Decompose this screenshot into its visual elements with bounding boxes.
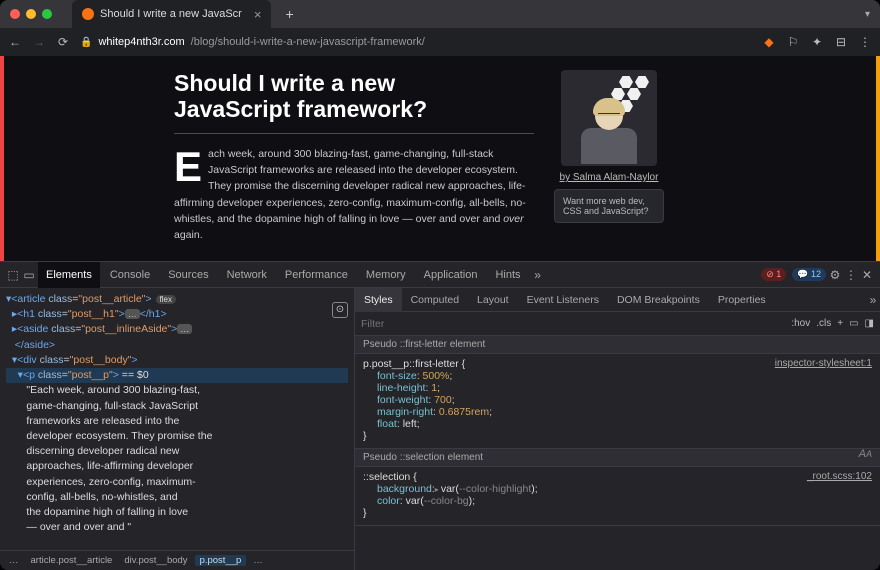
devtools-tabs: ⬚ ▭ Elements Console Sources Network Per… [0,262,880,288]
styles-tab-styles[interactable]: Styles [355,288,402,312]
messages-badge[interactable]: 💬 12 [792,268,826,281]
styles-more-icon[interactable]: » [866,293,880,307]
profile-icon[interactable]: ⊟ [834,35,848,49]
tab-performance[interactable]: Performance [277,262,356,288]
bookmark-icon[interactable]: ⚐ [786,35,800,49]
styles-tab-computed[interactable]: Computed [402,288,468,312]
cls-toggle[interactable]: .cls [816,318,831,329]
styles-panel: Styles Computed Layout Event Listeners D… [355,288,880,570]
page-viewport: Should I write a newJavaScript framework… [0,56,880,261]
devtools: ⬚ ▭ Elements Console Sources Network Per… [0,261,880,570]
error-badge[interactable]: ⊘ 1 [761,268,786,281]
tab-network[interactable]: Network [219,262,275,288]
pseudo-section-selection: Pseudo ::selection element [355,449,880,467]
dom-text-node: "Each week, around 300 blazing-fast, gam… [6,383,348,535]
page-title: Should I write a newJavaScript framework… [174,70,534,123]
breadcrumb[interactable]: … article.post__article div.post__body p… [0,550,354,570]
article: Should I write a newJavaScript framework… [174,70,534,261]
reload-button[interactable]: ⟳ [56,35,70,49]
inspect-icon[interactable]: ⬚ [6,268,20,282]
css-rule-selection[interactable]: _root.scss:102 ::selection { background:… [355,467,880,526]
tab-sources[interactable]: Sources [160,262,216,288]
hov-toggle[interactable]: :hov [791,318,810,329]
flex-icon[interactable]: ▭ [849,318,858,329]
tab-hints[interactable]: Hints [487,262,528,288]
lock-icon: 🔒 [80,37,92,48]
close-tab-icon[interactable]: × [254,7,262,22]
dropcap: E [174,149,202,185]
styles-tab-dom-bp[interactable]: DOM Breakpoints [608,288,709,312]
device-icon[interactable]: ▭ [22,268,36,282]
title-rule [174,133,534,134]
browser-window: Should I write a new JavaScr × + ▾ ← → ⟳… [0,0,880,570]
add-rule-icon[interactable]: + [837,318,843,329]
cta-sticky[interactable]: Want more web dev, CSS and JavaScript? [554,189,664,223]
menu-icon[interactable]: ⋮ [858,35,872,49]
address-field[interactable]: 🔒 whitep4nth3r.com/blog/should-i-write-a… [80,36,752,48]
article-paragraph: Each week, around 300 blazing-fast, game… [174,146,534,244]
forward-button[interactable]: → [32,35,46,49]
new-tab-button[interactable]: + [285,6,293,22]
author-byline[interactable]: by Salma Alam-Naylor [560,172,659,183]
dom-tree: ⊙ ▾<article class="post__article">flex ▸… [0,288,354,550]
dom-panel[interactable]: ⊙ ▾<article class="post__article">flex ▸… [0,288,355,570]
maximize-window-icon[interactable] [42,9,52,19]
styles-filter: :hov .cls + ▭ ◨ [355,312,880,336]
styles-tab-props[interactable]: Properties [709,288,775,312]
close-window-icon[interactable] [10,9,20,19]
shield-icon[interactable]: ◆ [762,35,776,49]
back-button[interactable]: ← [8,35,22,49]
url-host: whitep4nth3r.com [98,36,184,48]
rule-source-2[interactable]: _root.scss:102 [807,471,872,482]
author-aside: by Salma Alam-Naylor Want more web dev, … [550,70,668,261]
rule-source[interactable]: inspector-stylesheet:1 [775,358,872,369]
pseudo-section-first-letter: Pseudo ::first-letter element [355,336,880,354]
tab-application[interactable]: Application [416,262,486,288]
favicon-icon [82,8,94,20]
browser-tab[interactable]: Should I write a new JavaScr × [72,0,271,28]
settings-icon[interactable]: ⚙ [828,268,842,282]
a11y-icon[interactable]: ⊙ [332,302,348,318]
tab-elements[interactable]: Elements [38,262,100,288]
kebab-icon[interactable]: ⋮ [844,268,858,282]
url-bar: ← → ⟳ 🔒 whitep4nth3r.com/blog/should-i-w… [0,28,880,56]
extensions-icon[interactable]: ✦ [810,35,824,49]
window-titlebar: Should I write a new JavaScr × + ▾ [0,0,880,28]
styles-tab-layout[interactable]: Layout [468,288,518,312]
tab-title: Should I write a new JavaScr [100,8,242,20]
styles-tab-events[interactable]: Event Listeners [518,288,608,312]
tab-console[interactable]: Console [102,262,158,288]
tabs-more-icon[interactable]: » [531,268,545,282]
close-devtools-icon[interactable]: ✕ [860,268,874,282]
url-path: /blog/should-i-write-a-new-javascript-fr… [191,36,425,48]
tab-memory[interactable]: Memory [358,262,414,288]
css-rule-first-letter[interactable]: inspector-stylesheet:1 p.post__p::first-… [355,354,880,449]
tabs-overflow-icon[interactable]: ▾ [865,9,870,20]
accent-right [876,56,880,261]
filter-input[interactable] [361,318,785,330]
styles-tabs: Styles Computed Layout Event Listeners D… [355,288,880,312]
minimize-window-icon[interactable] [26,9,36,19]
font-preview-icon[interactable]: AA [859,448,872,460]
sidebar-icon[interactable]: ◨ [865,318,874,329]
author-photo [561,70,657,166]
